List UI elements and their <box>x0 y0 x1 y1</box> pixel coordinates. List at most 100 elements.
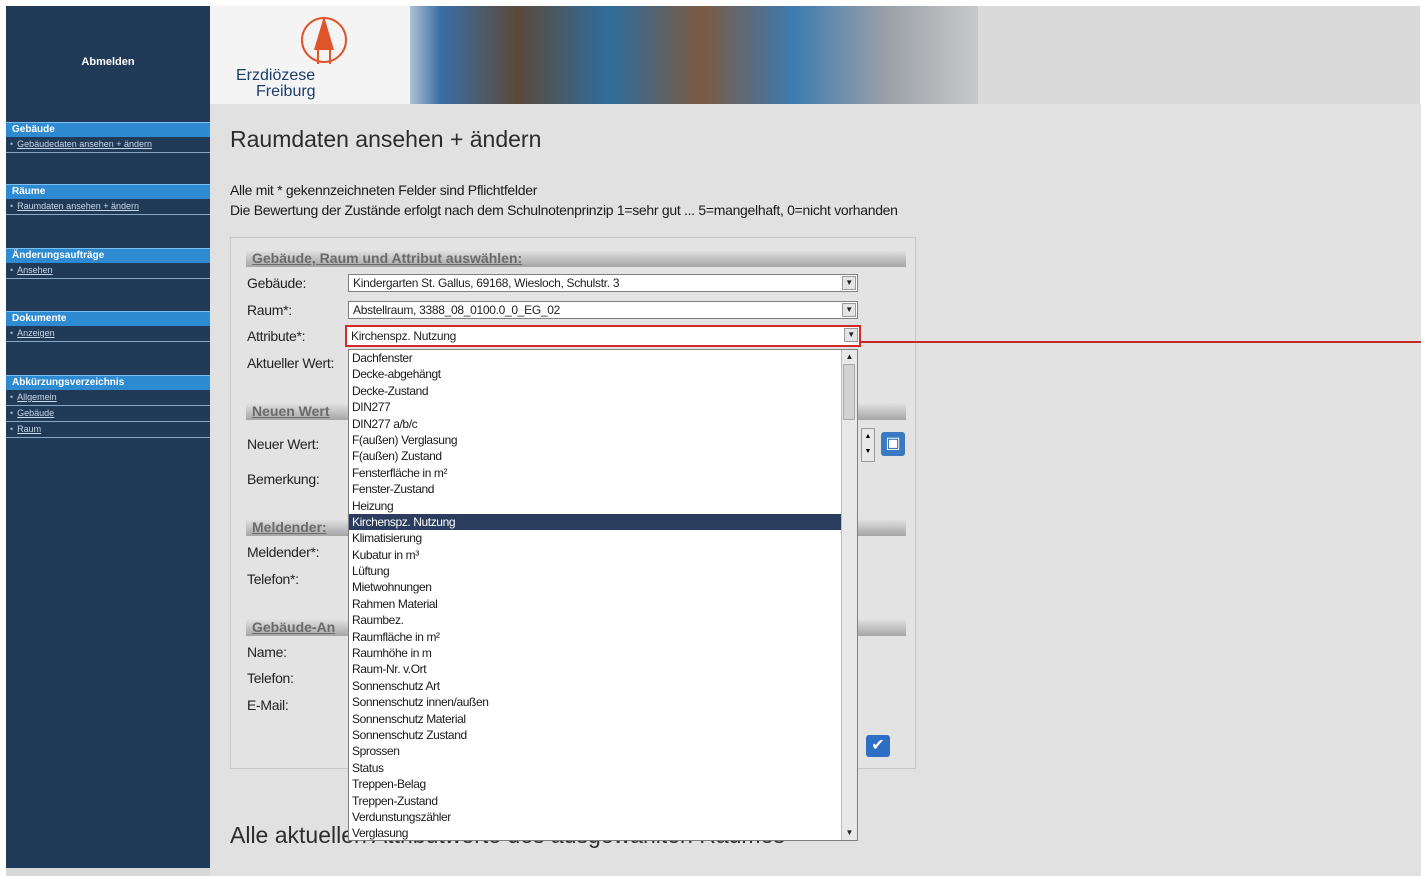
nav-section-dokumente: Dokumente • Anzeigen <box>6 311 210 342</box>
sidebar: Abmelden Gebäude • Gebäudedaten ansehen +… <box>6 6 210 876</box>
section-header: Räume <box>6 184 210 199</box>
scroll-thumb[interactable] <box>843 364 855 420</box>
attribute-label: Attribute*: <box>247 328 306 344</box>
status-bar <box>6 868 210 876</box>
nav-item-label: Gebäudedaten ansehen + ändern <box>17 139 153 149</box>
bullet-icon: • <box>10 265 14 275</box>
aktueller-wert-label: Aktueller Wert: <box>247 355 335 371</box>
logo-line-1: Erzdiözese <box>236 67 316 84</box>
section-header: Änderungsaufträge <box>6 248 210 263</box>
dropdown-option[interactable]: Verglasung <box>349 825 841 840</box>
header-filler <box>978 6 1420 104</box>
telefon2-label: Telefon: <box>247 670 294 686</box>
callout-line <box>861 341 1421 343</box>
gebaeude-label: Gebäude: <box>247 275 307 291</box>
email-label: E-Mail: <box>247 697 289 713</box>
info-rating: Die Bewertung der Zustände erfolgt nach … <box>230 202 898 218</box>
dropdown-option[interactable]: Verdunstungszähler <box>349 809 841 825</box>
nav-item-label: Raumdaten ansehen + ändern <box>17 201 139 211</box>
attribute-dropdown-list[interactable]: Dachfenster Decke-abgehängt Decke-Zustand D… <box>348 349 858 841</box>
nav-item-raumdaten[interactable]: • Raumdaten ansehen + ändern <box>6 199 210 215</box>
dropdown-option[interactable]: Raum-Nr. v.Ort <box>349 661 841 677</box>
nav-section-gebaeude: Gebäude • Gebäudedaten ansehen + ändern <box>6 122 210 153</box>
meldender-label: Meldender*: <box>247 544 320 560</box>
chevron-down-icon[interactable]: ▼ <box>842 303 856 317</box>
section-header: Dokumente <box>6 311 210 326</box>
gebaeude-select[interactable]: Kindergarten St. Gallus, 69168, Wiesloch… <box>348 274 858 292</box>
textarea-scroll-stepper[interactable]: ▲ ▼ <box>861 428 875 462</box>
dropdown-option[interactable]: DIN277 <box>349 399 841 415</box>
nav-item-label: Gebäude <box>17 408 55 418</box>
dropdown-option[interactable]: Mietwohnungen <box>349 579 841 595</box>
dropdown-option[interactable]: Treppen-Zustand <box>349 793 841 809</box>
dropdown-option[interactable]: Kubatur in m³ <box>349 547 841 563</box>
attribute-select-value: Kirchenspz. Nutzung <box>351 329 457 343</box>
gebaeude-select-value: Kindergarten St. Gallus, 69168, Wiesloch… <box>353 276 620 290</box>
nav-item-anzeigen[interactable]: • Anzeigen <box>6 326 210 342</box>
dropdown-option[interactable]: Sonnenschutz Material <box>349 711 841 727</box>
dropdown-option[interactable]: F(außen) Verglasung <box>349 432 841 448</box>
attribute-select[interactable]: Kirchenspz. Nutzung ▼ <box>345 325 861 347</box>
section-header: Abkürzungsverzeichnis <box>6 375 210 390</box>
header-banner: Erzdiözese Freiburg <box>210 6 978 104</box>
nav-item-ansehen[interactable]: • Ansehen <box>6 263 210 279</box>
dropdown-option[interactable]: Sprossen <box>349 743 841 759</box>
nav-item-label: Ansehen <box>17 265 53 275</box>
neuer-wert-label: Neuer Wert: <box>247 436 319 452</box>
raum-select-value: Abstellraum, 3388_08_0100.0_0_EG_02 <box>353 303 561 317</box>
bullet-icon: • <box>10 201 14 211</box>
dropdown-option[interactable]: Fensterfläche in m² <box>349 465 841 481</box>
nav-item-raum[interactable]: • Raum <box>6 422 210 438</box>
raum-label: Raum*: <box>247 302 292 318</box>
dropdown-option[interactable]: Lüftung <box>349 563 841 579</box>
dropdown-option[interactable]: Rahmen Material <box>349 596 841 612</box>
dropdown-option[interactable]: Sonnenschutz Art <box>349 678 841 694</box>
dropdown-option[interactable]: Heizung <box>349 498 841 514</box>
nav-item-label: Raum <box>17 424 42 434</box>
checkmark-icon[interactable]: ✔ <box>866 735 890 757</box>
dropdown-option[interactable]: Klimatisierung <box>349 530 841 546</box>
info-required-fields: Alle mit * gekennzeichneten Felder sind … <box>230 182 538 198</box>
dropdown-option[interactable]: Raumhöhe in m <box>349 645 841 661</box>
dropdown-option[interactable]: Kirchenspz. Nutzung <box>349 513 841 531</box>
dropdown-options: Dachfenster Decke-abgehängt Decke-Zustand D… <box>349 350 857 840</box>
raum-select[interactable]: Abstellraum, 3388_08_0100.0_0_EG_02 ▼ <box>348 301 858 319</box>
bemerkung-label: Bemerkung: <box>247 471 320 487</box>
dropdown-scrollbar[interactable]: ▲ ▼ <box>841 350 857 840</box>
nav-section-raeume: Räume • Raumdaten ansehen + ändern <box>6 184 210 215</box>
name-label: Name: <box>247 644 287 660</box>
section-header: Gebäude <box>6 122 210 137</box>
dropdown-option[interactable]: Raumbez. <box>349 612 841 628</box>
page-title: Raumdaten ansehen + ändern <box>230 126 542 152</box>
logo-line-2: Freiburg <box>256 83 316 100</box>
nav-item-gebaeudedaten[interactable]: • Gebäudedaten ansehen + ändern <box>6 137 210 153</box>
nav-section-abkuerzungsverzeichnis: Abkürzungsverzeichnis • Allgemein • Gebäud… <box>6 375 210 438</box>
bullet-icon: • <box>10 328 14 338</box>
dropdown-option[interactable]: Sonnenschutz Zustand <box>349 727 841 743</box>
logo-text: Erzdiözese Freiburg <box>236 68 316 100</box>
dropdown-option[interactable]: Fenster-Zustand <box>349 481 841 497</box>
scroll-down-icon[interactable]: ▼ <box>842 826 857 840</box>
nav-item-allgemein[interactable]: • Allgemein <box>6 390 210 406</box>
nav-item-gebaeude[interactable]: • Gebäude <box>6 406 210 422</box>
dropdown-option[interactable]: Status <box>349 760 841 776</box>
chevron-down-icon[interactable]: ▼ <box>842 276 856 290</box>
bullet-icon: • <box>10 139 14 149</box>
dropdown-option[interactable]: Treppen-Belag <box>349 776 841 792</box>
dropdown-option[interactable]: Dachfenster <box>349 350 841 366</box>
dropdown-option[interactable]: Decke-abgehängt <box>349 366 841 382</box>
nav-section-aenderungsauftraege: Änderungsaufträge • Ansehen <box>6 248 210 279</box>
bullet-icon: • <box>10 408 14 418</box>
dropdown-option[interactable]: Decke-Zustand <box>349 383 841 399</box>
dropdown-option[interactable]: DIN277 a/b/c <box>349 416 841 432</box>
bullet-icon: • <box>10 392 14 402</box>
dropdown-option[interactable]: F(außen) Zustand <box>349 448 841 464</box>
logout-link[interactable]: Abmelden <box>6 56 210 68</box>
scroll-up-icon[interactable]: ▲ <box>842 350 857 364</box>
save-icon[interactable]: ▣ <box>881 432 905 456</box>
dropdown-option[interactable]: Sonnenschutz innen/außen <box>349 694 841 710</box>
bullet-icon: • <box>10 424 14 434</box>
dropdown-option[interactable]: Raumfläche in m² <box>349 629 841 645</box>
nav-item-label: Allgemein <box>17 392 57 402</box>
chevron-down-icon[interactable]: ▼ <box>844 328 858 342</box>
